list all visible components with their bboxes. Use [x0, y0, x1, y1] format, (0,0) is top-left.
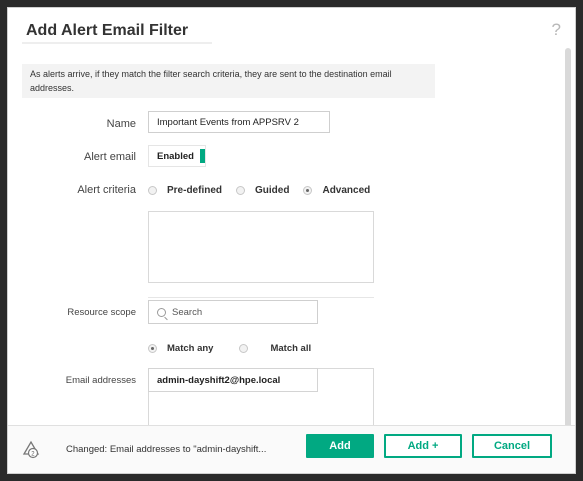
name-label: Name [106, 118, 136, 130]
radio-match-all[interactable] [239, 344, 249, 353]
resource-scope-search-input[interactable]: Search [148, 300, 318, 324]
name-input[interactable]: Important Events from APPSRV 2 [148, 111, 330, 133]
cancel-button[interactable]: Cancel [472, 434, 552, 458]
toggle-indicator [199, 149, 205, 163]
alert-criteria-label: Alert criteria [77, 184, 136, 196]
advanced-criteria-textarea[interactable] [148, 211, 374, 283]
radio-guided-label: Guided [255, 185, 290, 196]
radio-predefined-label: Pre-defined [167, 185, 223, 196]
radio-match-all-label: Match all [270, 343, 312, 354]
radio-match-any-label: Match any [167, 343, 214, 354]
add-alert-email-filter-dialog: Add Alert Email Filter ? As alerts arriv… [7, 7, 576, 474]
search-placeholder: Search [172, 306, 203, 318]
match-radio-group: Match any Match all [148, 343, 325, 354]
alert-email-toggle[interactable]: Enabled [148, 145, 206, 167]
title-underline [22, 42, 212, 44]
search-icon [157, 307, 166, 317]
alert-email-toggle-label: Enabled [157, 150, 194, 162]
add-plus-button[interactable]: Add + [384, 434, 462, 458]
radio-advanced[interactable] [303, 186, 313, 195]
radio-advanced-label: Advanced [322, 185, 371, 196]
radio-guided[interactable] [236, 186, 246, 195]
dialog-footer: 2 Changed: Email addresses to "admin-day… [8, 425, 575, 473]
add-button[interactable]: Add [306, 434, 374, 458]
email-address-input[interactable]: admin-dayshift2@hpe.local [148, 368, 318, 392]
help-icon[interactable]: ? [552, 20, 561, 40]
dialog-title: Add Alert Email Filter [26, 22, 189, 39]
radio-match-any[interactable] [148, 344, 157, 353]
alert-email-label: Alert email [84, 151, 136, 163]
divider-line [148, 297, 374, 298]
window-frame: Add Alert Email Filter ? As alerts arriv… [0, 0, 583, 481]
resource-scope-label: Resource scope [67, 307, 136, 318]
status-message: Changed: Email addresses to "admin-daysh… [66, 444, 267, 455]
radio-predefined[interactable] [148, 186, 157, 195]
dialog-description: As alerts arrive, if they match the filt… [22, 64, 435, 98]
email-addresses-label: Email addresses [65, 375, 136, 386]
scrollbar[interactable] [565, 48, 571, 430]
change-bell-icon[interactable]: 2 [20, 438, 42, 460]
alert-criteria-radio-group: Pre-defined Guided Advanced [148, 185, 384, 196]
